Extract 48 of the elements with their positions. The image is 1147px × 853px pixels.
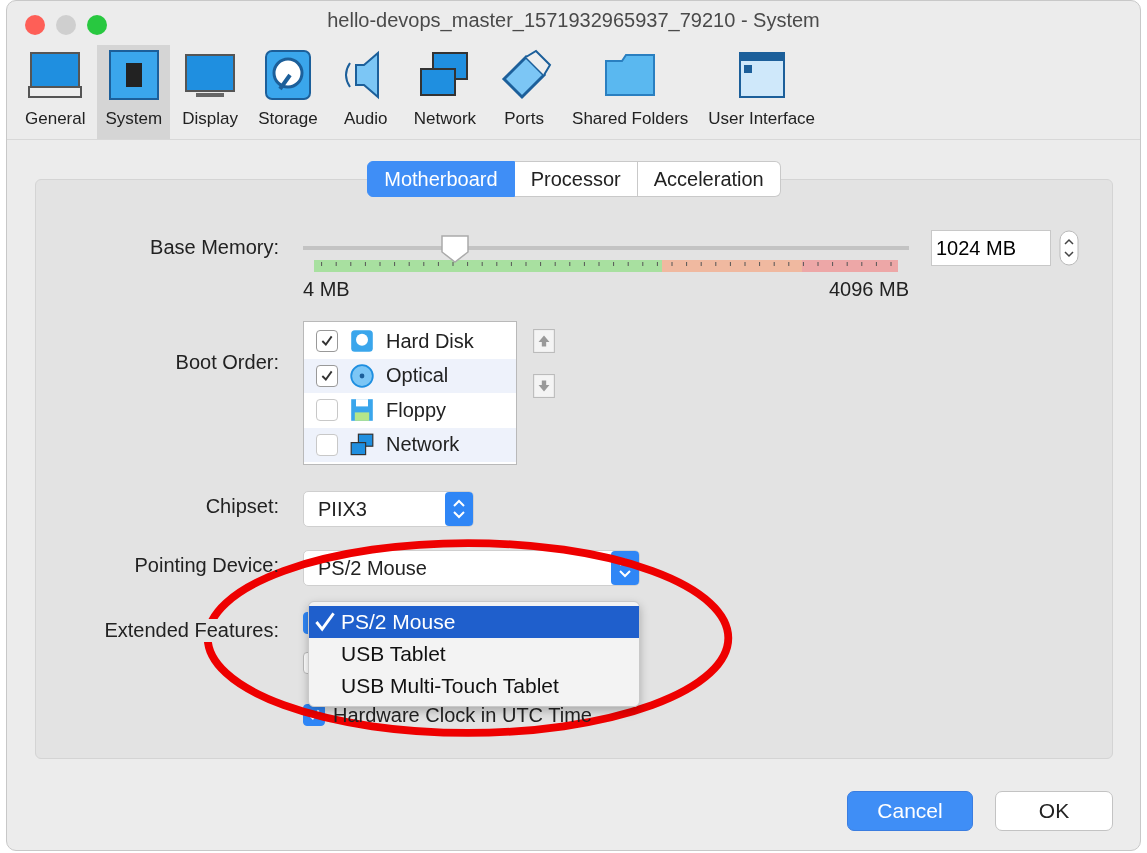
- toolbar-button[interactable]: Storage: [250, 45, 326, 139]
- checkbox[interactable]: [316, 399, 338, 422]
- toolbar-button[interactable]: Ports: [488, 45, 561, 139]
- network-icon: [350, 432, 374, 457]
- caret-icon: [445, 492, 473, 526]
- field-label: Base Memory:: [150, 236, 279, 259]
- dialog-button[interactable]: OK: [995, 791, 1113, 831]
- tab[interactable]: Acceleration: [637, 161, 781, 197]
- field-label: Pointing Device:: [134, 554, 279, 577]
- monitor-icon: [27, 49, 84, 101]
- minimize-button[interactable]: [56, 15, 76, 35]
- checkbox[interactable]: [316, 433, 338, 456]
- boot-item[interactable]: Floppy: [304, 393, 516, 428]
- toolbar-button[interactable]: User Interface: [700, 45, 824, 139]
- move-down-icon[interactable]: [533, 374, 555, 398]
- menu-item[interactable]: USB Tablet: [309, 638, 639, 670]
- zoom-button[interactable]: [87, 15, 107, 35]
- toolbar-button[interactable]: Audio: [329, 45, 402, 139]
- optical-icon: [350, 363, 374, 388]
- check-icon: [315, 612, 335, 632]
- slider-thumb[interactable]: [439, 234, 470, 264]
- max-label: 4096 MB: [828, 278, 909, 301]
- tab[interactable]: Processor: [514, 161, 638, 197]
- check-icon: [320, 334, 334, 349]
- boot-item[interactable]: Hard Disk: [304, 324, 516, 359]
- check-icon: [320, 368, 334, 383]
- toolbar-button[interactable]: General: [17, 45, 94, 139]
- toolbar-button[interactable]: Network: [405, 45, 485, 139]
- window-title: hello-devops_master_1571932965937_79210 - System: [327, 8, 820, 32]
- toolbar-button[interactable]: Display: [174, 45, 247, 139]
- field-label: Chipset:: [205, 495, 279, 518]
- toolbar-button[interactable]: System: [97, 45, 171, 139]
- checkbox[interactable]: [316, 364, 338, 387]
- menu-item[interactable]: PS/2 Mouse: [309, 606, 639, 638]
- checkbox-label: Hardware Clock in UTC Time: [333, 703, 592, 727]
- menu-item[interactable]: USB Multi-Touch Tablet: [309, 670, 639, 702]
- toolbar-button[interactable]: Shared Folders: [564, 45, 697, 139]
- boot-item[interactable]: Network: [304, 427, 516, 462]
- close-button[interactable]: [25, 15, 45, 35]
- checkbox[interactable]: [316, 330, 338, 353]
- boot-item[interactable]: Optical: [304, 358, 516, 393]
- chipset-dropdown[interactable]: PIIX3: [303, 491, 474, 527]
- min-label: 4 MB: [303, 278, 350, 301]
- memory-field[interactable]: 1024 MB: [931, 230, 1051, 266]
- floppy-icon: [350, 398, 374, 423]
- stepper-icon[interactable]: [1059, 230, 1079, 266]
- move-up-icon[interactable]: [533, 329, 555, 353]
- field-label: Boot Order:: [175, 351, 279, 374]
